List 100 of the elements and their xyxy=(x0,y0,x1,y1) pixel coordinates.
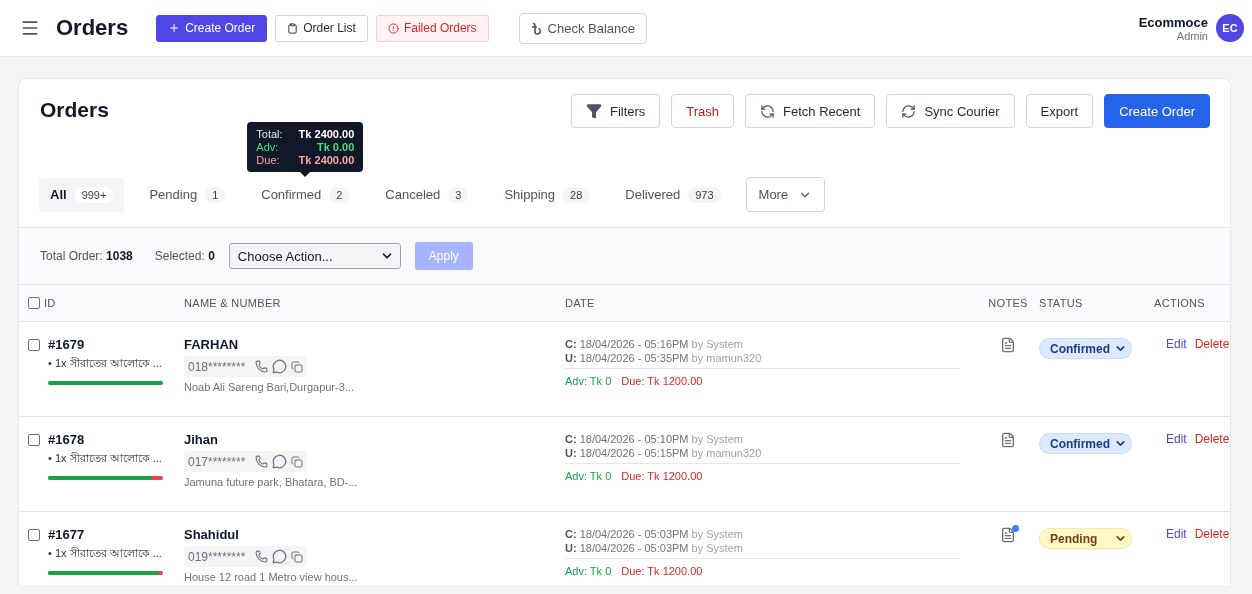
edit-link[interactable]: Edit xyxy=(1166,432,1187,446)
tooltip-label: Adv: xyxy=(256,140,280,153)
due-amount: Due: Tk 1200.00 xyxy=(621,470,703,482)
delete-link[interactable]: Delete xyxy=(1194,527,1230,541)
copy-icon[interactable] xyxy=(291,360,304,373)
due-amount: Due: Tk 1200.00 xyxy=(621,565,703,577)
tooltip-value: Tk 2400.00 xyxy=(298,127,355,140)
column-header: NOTES xyxy=(988,297,1028,309)
phone-icon[interactable] xyxy=(255,455,269,468)
delete-link[interactable]: Delete xyxy=(1194,337,1230,351)
advance-amount: Adv: Tk 0 xyxy=(565,565,612,577)
created-date: C: 18/04/2026 - 05:03PM by System xyxy=(565,527,744,541)
more-dropdown[interactable]: More xyxy=(745,177,826,212)
column-header: NAME & NUMBER xyxy=(184,297,281,309)
column-header: STATUS xyxy=(1039,297,1083,309)
row-checkbox[interactable] xyxy=(28,338,40,351)
column-header: DATE xyxy=(565,297,595,309)
selected-count: Selected: 0 xyxy=(154,249,215,263)
chat-icon[interactable] xyxy=(272,549,288,564)
order-id[interactable]: #1679 xyxy=(48,337,184,352)
toolbar-button[interactable]: Sync Courier xyxy=(886,94,1015,128)
menu-icon[interactable] xyxy=(20,18,40,38)
customer-address: Noab Ali Sareng Bari,Durgapur-3... xyxy=(184,381,354,393)
select-all-checkbox[interactable] xyxy=(28,297,40,309)
tooltip-value: Tk 0.00 xyxy=(315,140,355,153)
count-badge: 1 xyxy=(205,186,226,203)
toolbar-button[interactable]: Create Order xyxy=(1104,94,1210,128)
column-header: ACTIONS xyxy=(1154,297,1205,309)
page-title: Orders xyxy=(56,15,129,41)
phone-icon[interactable] xyxy=(255,550,269,563)
status-dropdown[interactable]: Confirmed xyxy=(1039,433,1132,454)
note-icon[interactable] xyxy=(1000,432,1016,448)
note-icon[interactable] xyxy=(1000,337,1016,353)
card-title: Orders xyxy=(40,98,109,122)
copy-icon[interactable] xyxy=(291,455,304,468)
phone-number: 017******** xyxy=(188,454,246,469)
user-avatar[interactable]: EC xyxy=(1216,14,1244,42)
status-dropdown[interactable]: Pending xyxy=(1039,528,1132,549)
count-badge: 999+ xyxy=(74,186,114,203)
created-date: C: 18/04/2026 - 05:16PM by System xyxy=(565,337,744,351)
plus-icon xyxy=(168,22,181,34)
toolbar-button[interactable]: Trash xyxy=(671,94,735,128)
toolbar-button[interactable]: Filters xyxy=(570,94,661,128)
status-tab[interactable]: Canceled 3 xyxy=(374,177,480,212)
status-tab[interactable]: Shipping 28 xyxy=(493,177,601,212)
clipboard-icon xyxy=(287,22,299,34)
status-tab[interactable]: All 999+ xyxy=(39,177,125,212)
order-id[interactable]: #1677 xyxy=(48,527,184,542)
count-badge: 28 xyxy=(563,186,590,203)
order-item: • 1x সীরাতের আলোকে ... xyxy=(48,356,163,371)
tooltip-label: Due: xyxy=(256,153,281,166)
status-tab[interactable]: Delivered 973 xyxy=(614,177,732,212)
updated-date: U: 18/04/2026 - 05:03PM by System xyxy=(565,541,744,555)
order-id[interactable]: #1678 xyxy=(48,432,184,447)
status-tab[interactable]: Pending 1 xyxy=(138,177,237,212)
toolbar-button[interactable]: Export xyxy=(1025,94,1094,128)
customer-name: Jihan xyxy=(184,432,218,447)
edit-link[interactable]: Edit xyxy=(1166,337,1187,351)
edit-link[interactable]: Edit xyxy=(1166,527,1187,541)
check-balance-button[interactable]: Check Balance xyxy=(518,12,648,44)
updated-date: U: 18/04/2026 - 05:35PM by mamun320 xyxy=(565,351,763,365)
user-role: Admin xyxy=(1176,29,1208,42)
row-checkbox[interactable] xyxy=(28,433,40,446)
sync-icon xyxy=(901,103,917,119)
column-header: ID xyxy=(44,297,56,309)
phone-icon[interactable] xyxy=(255,360,269,373)
user-name: Ecommoce xyxy=(1138,14,1208,30)
customer-address: House 12 road 1 Metro view hous... xyxy=(184,571,358,583)
toolbar-button[interactable]: Fetch Recent xyxy=(745,94,876,128)
advance-amount: Adv: Tk 0 xyxy=(565,375,612,387)
chat-icon[interactable] xyxy=(272,359,288,374)
alert-icon xyxy=(387,22,399,34)
header-button[interactable]: Order List xyxy=(275,14,368,42)
copy-icon[interactable] xyxy=(291,550,304,563)
advance-amount: Adv: Tk 0 xyxy=(565,470,612,482)
phone-number: 018******** xyxy=(188,359,246,374)
updated-date: U: 18/04/2026 - 05:15PM by mamun320 xyxy=(565,446,763,460)
taka-icon xyxy=(530,21,542,35)
count-badge: 973 xyxy=(688,186,721,203)
customer-name: Shahidul xyxy=(184,527,239,542)
action-select[interactable]: Choose Action... xyxy=(228,243,401,269)
row-checkbox[interactable] xyxy=(28,528,40,541)
delete-link[interactable]: Delete xyxy=(1194,432,1230,446)
chat-icon[interactable] xyxy=(272,454,288,469)
count-badge: 2 xyxy=(329,186,350,203)
total-orders: Total Order: 1038 xyxy=(40,249,133,263)
created-date: C: 18/04/2026 - 05:10PM by System xyxy=(565,432,744,446)
tooltip-value: Tk 2400.00 xyxy=(298,153,355,166)
phone-number: 019******** xyxy=(188,549,246,564)
customer-name: FARHAN xyxy=(184,337,239,352)
tooltip-label: Total: xyxy=(256,127,283,140)
header-button[interactable]: Create Order xyxy=(156,14,268,42)
note-icon[interactable] xyxy=(1000,527,1016,543)
customer-address: Jamuna future park, Bhatara, BD-... xyxy=(184,476,358,488)
count-badge: 3 xyxy=(448,186,469,203)
order-item: • 1x সীরাতের আলোকে ... xyxy=(48,546,163,561)
status-dropdown[interactable]: Confirmed xyxy=(1039,338,1132,359)
header-button[interactable]: Failed Orders xyxy=(375,14,489,42)
funnel-icon xyxy=(585,103,602,119)
refresh-icon xyxy=(760,103,776,119)
